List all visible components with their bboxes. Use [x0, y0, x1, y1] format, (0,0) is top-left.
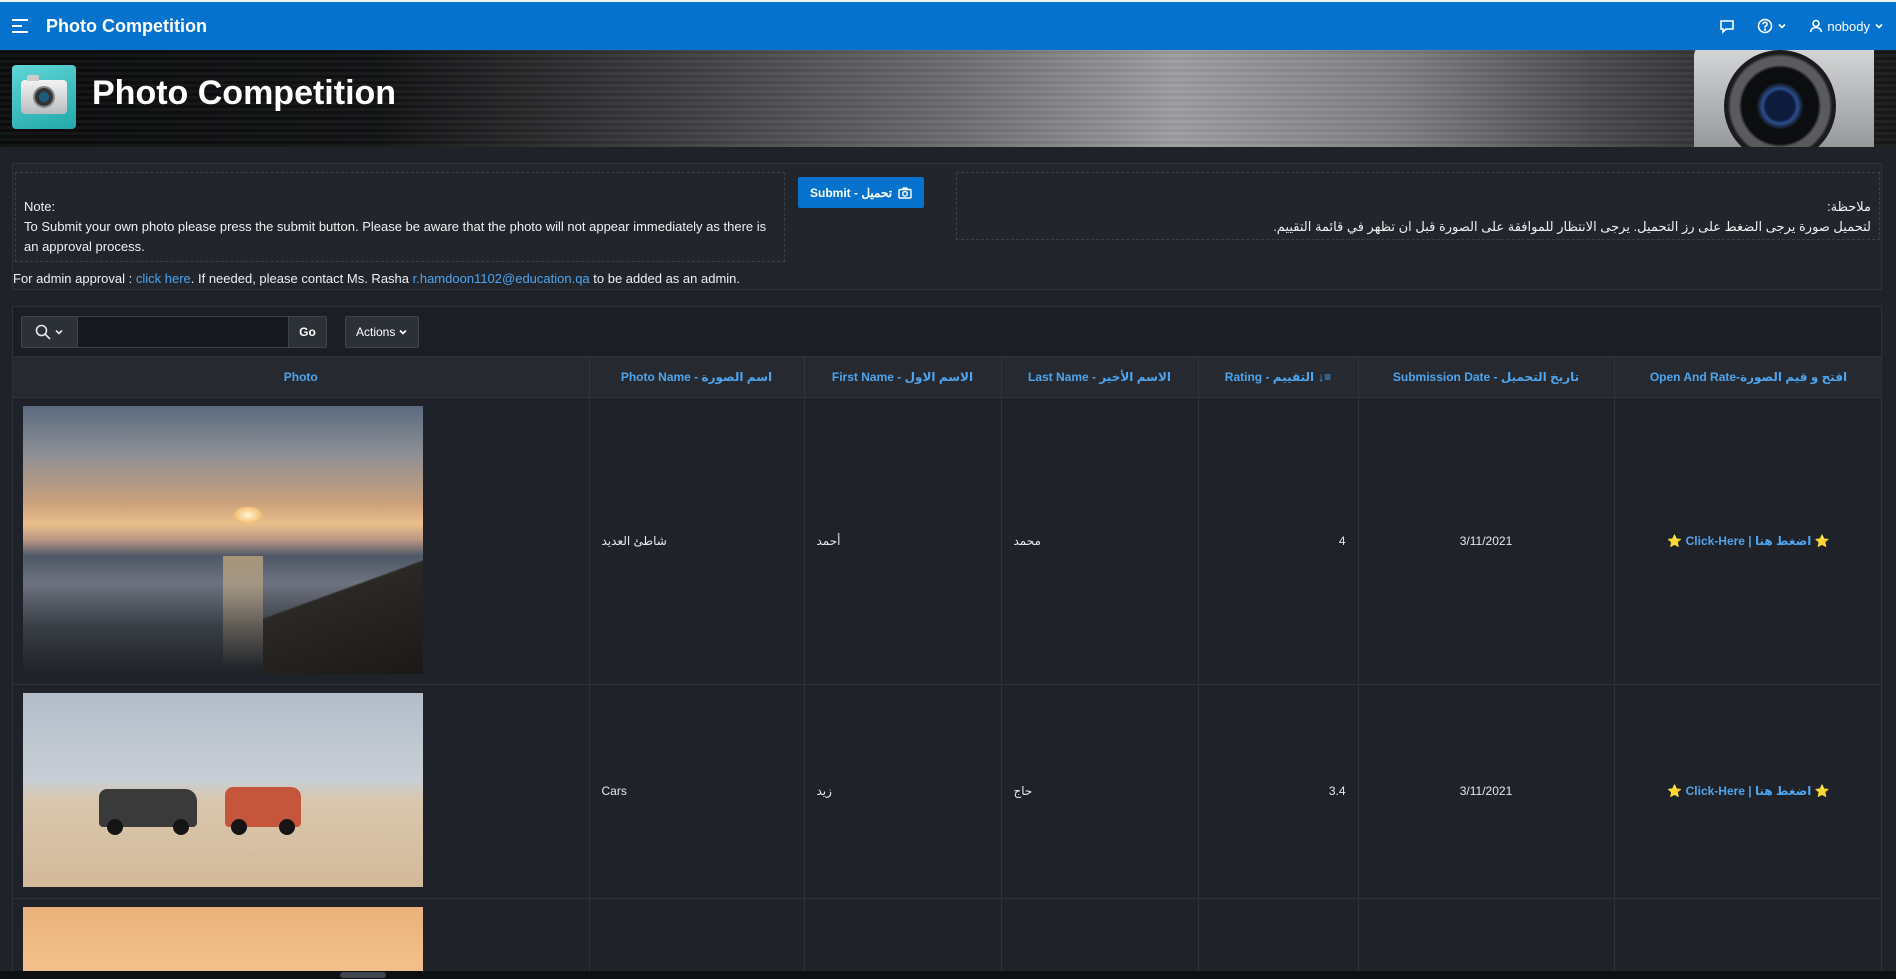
- cell-first-name: أحمد: [804, 397, 1002, 685]
- menu-icon[interactable]: [12, 19, 32, 33]
- cell-rating: 3.4: [1198, 684, 1359, 899]
- admin-click-here-link[interactable]: click here: [136, 271, 191, 286]
- photo-cell: [13, 898, 590, 978]
- cell-photo-name: Cars: [589, 684, 805, 899]
- user-icon: [1810, 19, 1823, 33]
- cell-open-rate: ⭐ Click-Here | اضغط هنا ⭐: [1614, 397, 1881, 685]
- star-icon: ⭐: [1667, 784, 1683, 798]
- nav-right-group: nobody: [1719, 18, 1884, 34]
- admin-middle-text: . If needed, please contact Ms. Rasha: [190, 271, 413, 286]
- photo-table: Photo Photo Name - اسم الصورة First Name…: [13, 357, 1881, 978]
- banner-camera-image: [1694, 50, 1874, 147]
- admin-prefix: For admin approval :: [13, 271, 136, 286]
- help-icon: [1758, 18, 1773, 34]
- photo-cell: [13, 397, 590, 685]
- star-icon: ⭐: [1814, 784, 1830, 798]
- search-input[interactable]: [78, 316, 288, 347]
- search-group: Go: [21, 315, 327, 348]
- cell-last-name: محمد: [1001, 397, 1199, 685]
- cell-last-name: حاج: [1001, 684, 1199, 899]
- cell-open-rate: ⭐ Click-Here | اضغط هنا ⭐: [1614, 684, 1881, 899]
- chevron-down-icon: [1778, 23, 1786, 29]
- col-header-open-rate[interactable]: Open And Rate-افتح و قيم الصورة: [1614, 357, 1881, 398]
- cell-first-name: [804, 898, 1002, 978]
- open-rate-link[interactable]: Click-Here | اضغط هنا: [1686, 534, 1812, 548]
- col-header-photo[interactable]: Photo: [13, 357, 590, 398]
- help-menu-button[interactable]: [1757, 18, 1787, 34]
- star-icon: ⭐: [1814, 533, 1830, 548]
- table-row: Cars زيد حاج 3.4 3/11/2021 ⭐ Click-Here …: [13, 684, 1881, 899]
- table-row: [13, 898, 1881, 978]
- cell-photo-name: شاطئ العديد: [589, 397, 805, 685]
- horizontal-scrollbar[interactable]: [0, 971, 1896, 979]
- sort-desc-icon: ↓≡: [1318, 369, 1332, 384]
- camera-icon: [12, 65, 76, 129]
- cell-open-rate: [1614, 898, 1881, 978]
- photo-report: Go Actions Photo Photo Name - اسم الصورة…: [12, 306, 1882, 979]
- cell-first-name: زيد: [804, 684, 1002, 899]
- submit-button-label: Submit - تحميل: [810, 185, 893, 200]
- cell-photo-name: [589, 898, 805, 978]
- admin-email-link[interactable]: r.hamdoon1102@education.qa: [413, 271, 590, 286]
- go-button[interactable]: Go: [288, 316, 326, 347]
- chevron-down-icon: [1875, 23, 1883, 29]
- cell-submission-date: 3/11/2021: [1358, 397, 1615, 685]
- photo-thumbnail[interactable]: [23, 405, 423, 674]
- cell-submission-date: 3/11/2021: [1358, 684, 1615, 899]
- search-column-button[interactable]: [22, 316, 78, 347]
- info-region: Note: To Submit your own photo please pr…: [12, 163, 1882, 290]
- col-header-rating[interactable]: Rating - التقييم ↓≡: [1198, 357, 1359, 398]
- user-name: nobody: [1827, 18, 1870, 34]
- photo-thumbnail[interactable]: [23, 692, 423, 887]
- chevron-down-icon: [399, 329, 407, 335]
- top-nav-bar: Photo Competition nobody: [0, 0, 1896, 50]
- note-arabic: ملاحظة: لتحميل صورة يرجى الضغط على رز ال…: [956, 172, 1880, 240]
- scrollbar-thumb[interactable]: [340, 972, 386, 978]
- camera-icon: [898, 186, 912, 199]
- actions-button-label: Actions: [356, 324, 396, 339]
- cell-submission-date: [1358, 898, 1615, 978]
- col-header-last-name[interactable]: Last Name - الاسم الأخير: [1001, 357, 1199, 398]
- photo-thumbnail[interactable]: [23, 906, 423, 978]
- table-header-row: Photo Photo Name - اسم الصورة First Name…: [13, 357, 1881, 398]
- cell-rating: 4: [1198, 397, 1359, 685]
- admin-approval-line: For admin approval : click here. If need…: [13, 271, 740, 286]
- search-icon: [35, 324, 51, 340]
- page-title: Photo Competition: [92, 74, 397, 112]
- open-rate-link[interactable]: Click-Here | اضغط هنا: [1686, 784, 1812, 798]
- note-english: Note: To Submit your own photo please pr…: [15, 172, 785, 262]
- col-header-submission-date[interactable]: Submission Date - تاريخ التحميل: [1358, 357, 1615, 398]
- photo-cell: [13, 684, 590, 899]
- table-row: شاطئ العديد أحمد محمد 4 3/11/2021 ⭐ Clic…: [13, 397, 1881, 685]
- col-header-first-name[interactable]: First Name - الاسم الاول: [804, 357, 1002, 398]
- cell-last-name: [1001, 898, 1199, 978]
- actions-button[interactable]: Actions: [345, 315, 420, 348]
- star-icon: ⭐: [1667, 533, 1683, 548]
- nav-app-title[interactable]: Photo Competition: [46, 16, 207, 37]
- feedback-button[interactable]: [1719, 18, 1735, 34]
- col-header-photo-name[interactable]: Photo Name - اسم الصورة: [589, 357, 805, 398]
- submit-button[interactable]: Submit - تحميل: [798, 177, 925, 208]
- hero-banner: Photo Competition: [0, 50, 1896, 147]
- chevron-down-icon: [55, 329, 63, 335]
- admin-suffix: to be added as an admin.: [589, 271, 741, 286]
- chat-icon: [1720, 20, 1735, 34]
- cell-rating: [1198, 898, 1359, 978]
- report-toolbar: Go Actions: [13, 307, 1881, 357]
- user-menu-button[interactable]: nobody: [1809, 19, 1884, 34]
- col-header-rating-label: Rating - التقييم: [1224, 369, 1315, 384]
